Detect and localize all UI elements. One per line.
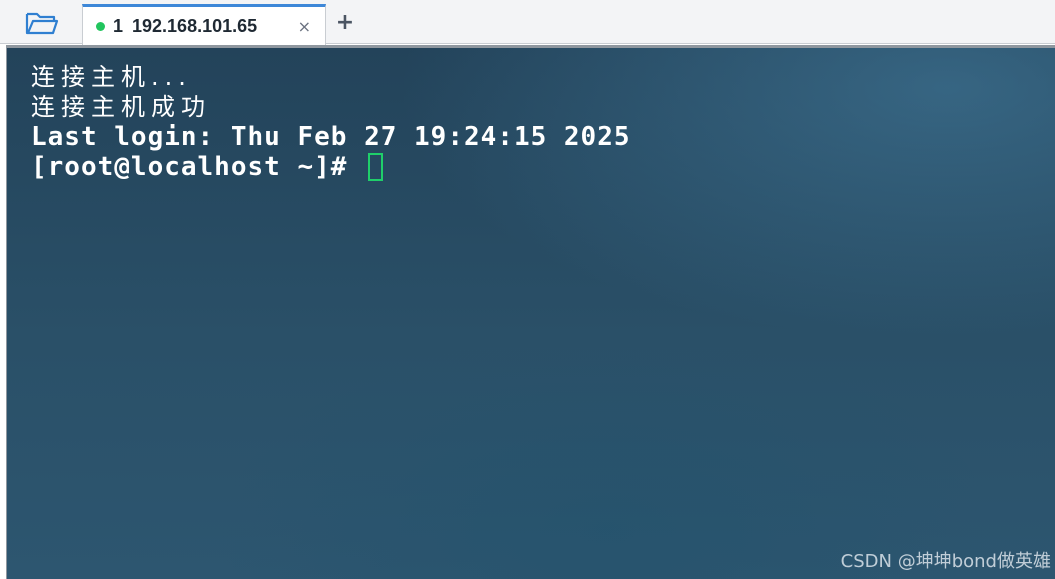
terminal-app-window: 1 192.168.101.65 × + 连接主机... 连接主机成功 Last… — [0, 0, 1055, 579]
add-tab-button[interactable]: + — [334, 9, 356, 35]
tab-index-label: 1 — [113, 15, 124, 36]
shell-prompt: [root@localhost ~]# — [31, 152, 365, 182]
terminal-cursor — [368, 153, 384, 181]
terminal-lines: 连接主机... 连接主机成功 Last login: Thu Feb 27 19… — [31, 62, 631, 182]
folder-open-icon — [25, 12, 59, 35]
connection-status-icon — [96, 21, 105, 31]
terminal-line-last-login: Last login: Thu Feb 27 19:24:15 2025 — [31, 122, 631, 152]
terminal-line-connected: 连接主机成功 — [31, 93, 211, 121]
terminal-line-connecting: 连接主机... — [31, 63, 192, 91]
close-icon[interactable]: × — [298, 17, 311, 36]
terminal-prompt-line: [root@localhost ~]# — [31, 152, 631, 182]
tab-host-label: 192.168.101.65 — [132, 15, 258, 36]
terminal-output[interactable]: 连接主机... 连接主机成功 Last login: Thu Feb 27 19… — [6, 45, 1055, 579]
open-session-manager-button[interactable] — [22, 8, 62, 38]
watermark-text: CSDN @坤坤bond做英雄 — [840, 551, 1051, 572]
tab-session-1[interactable]: 1 192.168.101.65 × — [82, 4, 326, 45]
tab-bar: 1 192.168.101.65 × + — [0, 0, 1055, 45]
